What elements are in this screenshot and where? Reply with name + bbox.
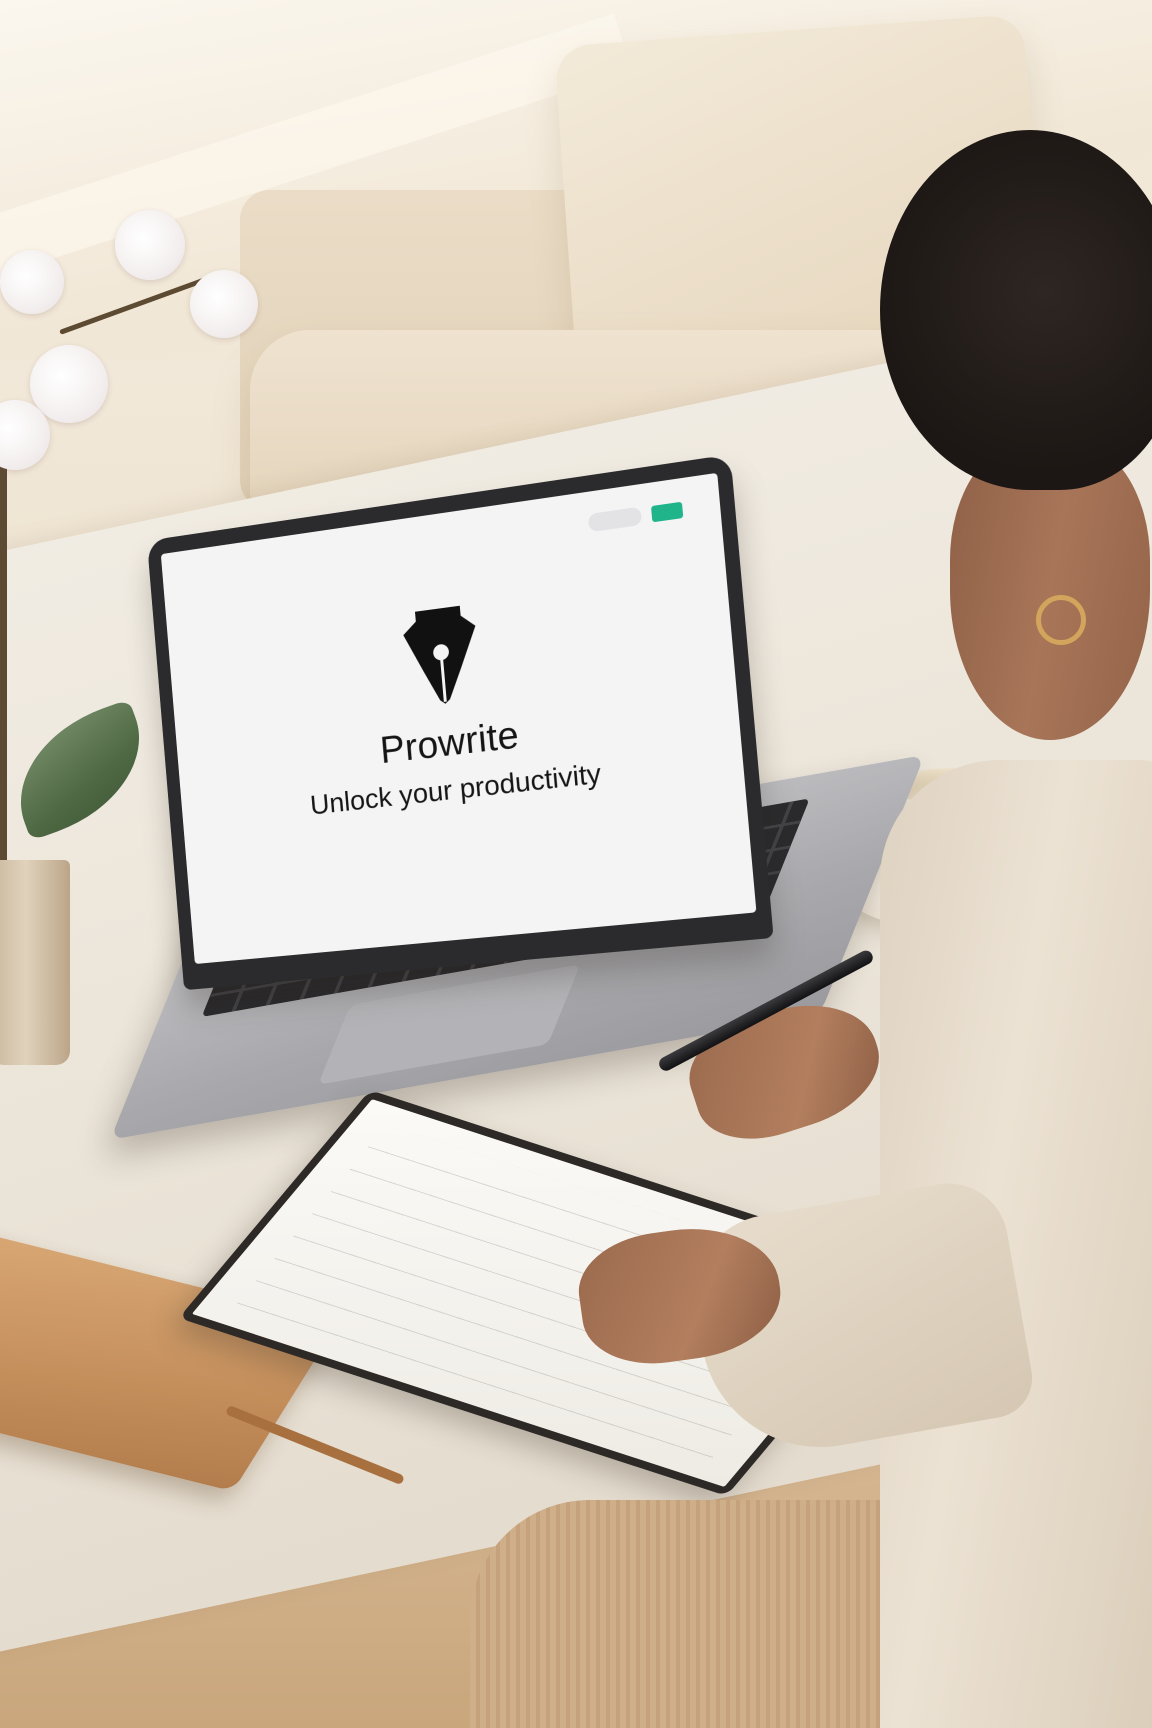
orchid-flower	[0, 250, 64, 314]
fountain-pen-nib-icon	[401, 603, 482, 709]
laptop-screen: Prowrite Unlock your productivity	[160, 472, 757, 965]
orchid-flower	[190, 270, 258, 338]
plant-pot	[0, 860, 70, 1065]
orchid-stem	[0, 420, 7, 880]
orchid-flower	[30, 345, 108, 423]
earring	[1036, 595, 1086, 645]
orchid-flower	[115, 210, 185, 280]
signup-button[interactable]	[650, 501, 684, 523]
photo-scene: Prowrite Unlock your productivity	[0, 0, 1152, 1728]
laptop-lid: Prowrite Unlock your productivity	[146, 454, 774, 991]
screen-nav	[587, 501, 684, 533]
login-button[interactable]	[587, 506, 643, 533]
